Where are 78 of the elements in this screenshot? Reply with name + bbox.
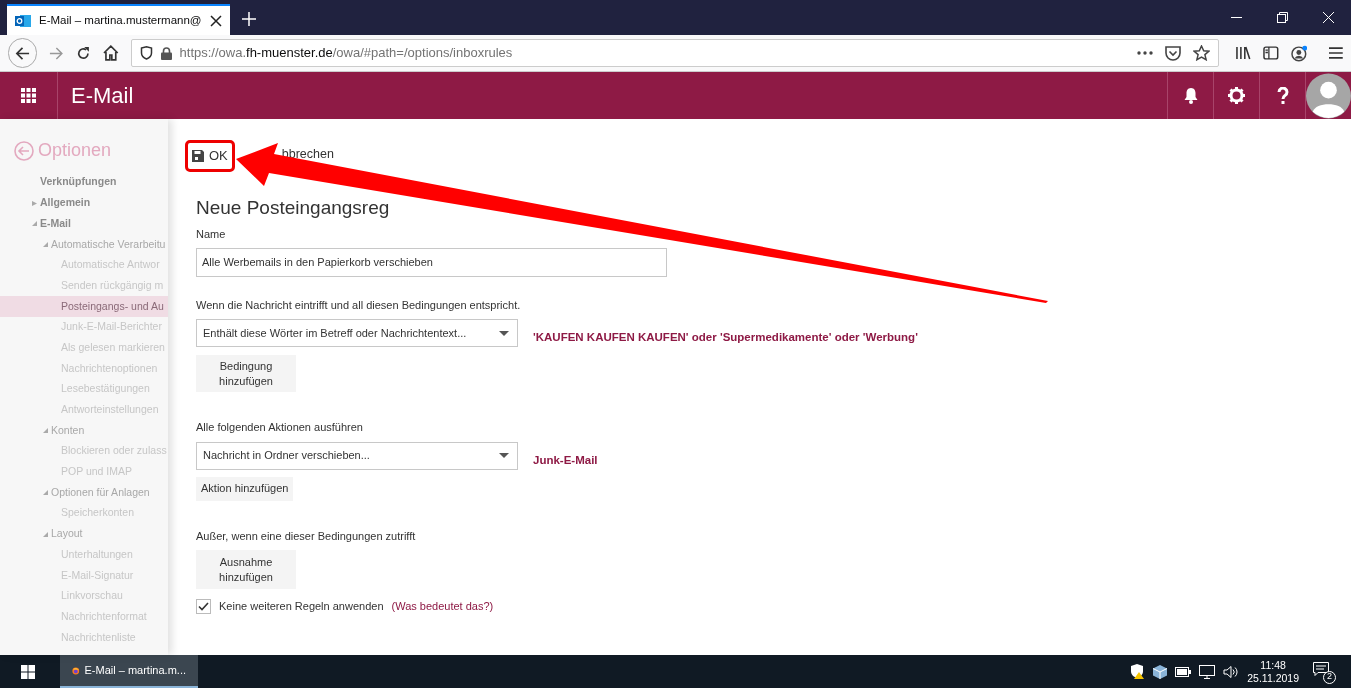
help-link[interactable]: (Was bedeutet das?) — [391, 598, 494, 615]
field-label: Außer, wenn eine dieser Bedingungen zutrifft — [196, 528, 416, 544]
shield-icon — [139, 46, 153, 60]
network-icon[interactable] — [1199, 664, 1216, 679]
action-value: Junk-E-Mail — [533, 452, 598, 468]
stop-rules-checkbox[interactable] — [196, 598, 211, 614]
home-icon[interactable] — [102, 45, 119, 61]
action-dropdown[interactable]: Nachricht in Ordner verschieben... — [196, 441, 518, 470]
sidebar-item[interactable]: Konten — [43, 422, 85, 439]
more-icon[interactable] — [1137, 51, 1154, 55]
speaker-icon[interactable] — [1223, 665, 1240, 678]
sidebar-item[interactable]: Optionen für Anlagen — [43, 484, 150, 501]
field-label: Alle folgenden Aktionen ausführen — [196, 420, 363, 435]
cancel-button[interactable]: bbrechen — [281, 146, 334, 161]
add-action-button[interactable]: Aktion hinzufügen — [196, 476, 294, 501]
sidebar-item[interactable]: Allgemein — [32, 195, 91, 211]
url-text: https://owa.fh-muenster.de/owa/#path=/options/inboxrules — [179, 44, 513, 63]
bell-icon — [1182, 87, 1199, 104]
save-icon — [192, 149, 204, 162]
sidebar-icon[interactable] — [1262, 46, 1279, 60]
library-icon[interactable] — [1235, 46, 1251, 60]
clock-time: 11:48 — [1260, 658, 1286, 672]
menu-icon[interactable] — [1329, 47, 1343, 59]
battery-icon[interactable] — [1175, 666, 1192, 677]
profile-button[interactable] — [1305, 72, 1351, 119]
field-label: Wenn die Nachricht eintrifft und all diesen Bedingungen entspricht. — [196, 297, 521, 313]
expanded-triangle-icon — [43, 428, 48, 434]
new-tab-icon[interactable] — [241, 12, 256, 26]
close-icon[interactable] — [209, 14, 222, 27]
expanded-triangle-icon — [43, 241, 48, 247]
sidebar-title: Optionen — [38, 139, 112, 162]
settings-icon — [1228, 87, 1245, 104]
pocket-icon[interactable] — [1165, 45, 1182, 61]
condition-dropdown[interactable]: Enthält diese Wörter im Betreff oder Nachrichtentext... — [196, 319, 518, 347]
expanded-triangle-icon — [43, 531, 48, 537]
field-label: Name — [196, 227, 226, 242]
options-back-link[interactable]: Optionen — [14, 137, 112, 164]
avatar-icon — [1306, 72, 1351, 119]
mail-app-icon — [15, 12, 31, 29]
shield-warning-icon[interactable] — [1130, 664, 1146, 679]
form-heading: Neue Posteingangsreg — [196, 195, 390, 220]
checkbox-label: Keine weiteren Regeln anwenden — [219, 599, 384, 614]
notification-center-button[interactable]: 2 — [1313, 661, 1333, 682]
dropdown-caret-icon — [499, 453, 509, 458]
back-arrow-icon — [15, 45, 31, 61]
add-condition-button[interactable]: Bedingung hinzufügen — [196, 355, 296, 392]
sidebar-item[interactable]: E-Mail — [32, 215, 71, 232]
expanded-triangle-icon — [32, 221, 37, 227]
checkmark-icon — [198, 601, 209, 611]
name-field[interactable]: Alle Werbemails in den Papierkorb verschieben — [196, 247, 667, 277]
dropdown-caret-icon — [499, 330, 509, 336]
address-bar[interactable]: https://owa.fh-muenster.de/owa/#path=/options/inboxrules — [130, 39, 1220, 67]
restore-icon[interactable] — [1277, 12, 1288, 23]
browser-tab[interactable]: E-Mail – martina.mustermann@ — [7, 4, 230, 35]
lock-icon — [160, 46, 172, 60]
notification-count: 2 — [1323, 670, 1336, 684]
add-exception-button[interactable]: Ausnahme hinzufügen — [196, 550, 296, 589]
expanded-triangle-icon — [43, 490, 48, 496]
taskbar-app-label: E-Mail – martina.m... — [84, 663, 186, 679]
reload-icon[interactable] — [76, 45, 91, 61]
taskbar-app-button[interactable]: E-Mail – martina.m... — [60, 655, 198, 688]
message-icon — [1313, 661, 1329, 677]
ok-button[interactable]: OK — [185, 140, 235, 172]
app-title: E-Mail — [71, 82, 134, 110]
account-icon[interactable] — [1290, 44, 1308, 62]
waffle-icon — [21, 88, 36, 103]
forward-arrow-icon[interactable] — [49, 45, 65, 61]
collapsed-triangle-icon — [32, 200, 37, 206]
condition-value: 'KAUFEN KAUFEN KAUFEN' oder 'Supermedikamente' oder 'Werbung' — [533, 330, 918, 346]
help-icon — [1276, 86, 1289, 105]
sidebar-item[interactable]: Layout — [43, 526, 83, 542]
sidebar-item[interactable]: Verknüpfungen — [40, 174, 117, 191]
sidebar-item[interactable]: Automatische Verarbeitu — [43, 236, 166, 253]
star-icon[interactable] — [1193, 45, 1211, 61]
windows-icon[interactable] — [21, 664, 35, 679]
package-icon[interactable] — [1153, 664, 1168, 679]
tab-title: E-Mail – martina.mustermann@ — [39, 12, 202, 28]
clock-date: 25.11.2019 — [1247, 671, 1299, 685]
